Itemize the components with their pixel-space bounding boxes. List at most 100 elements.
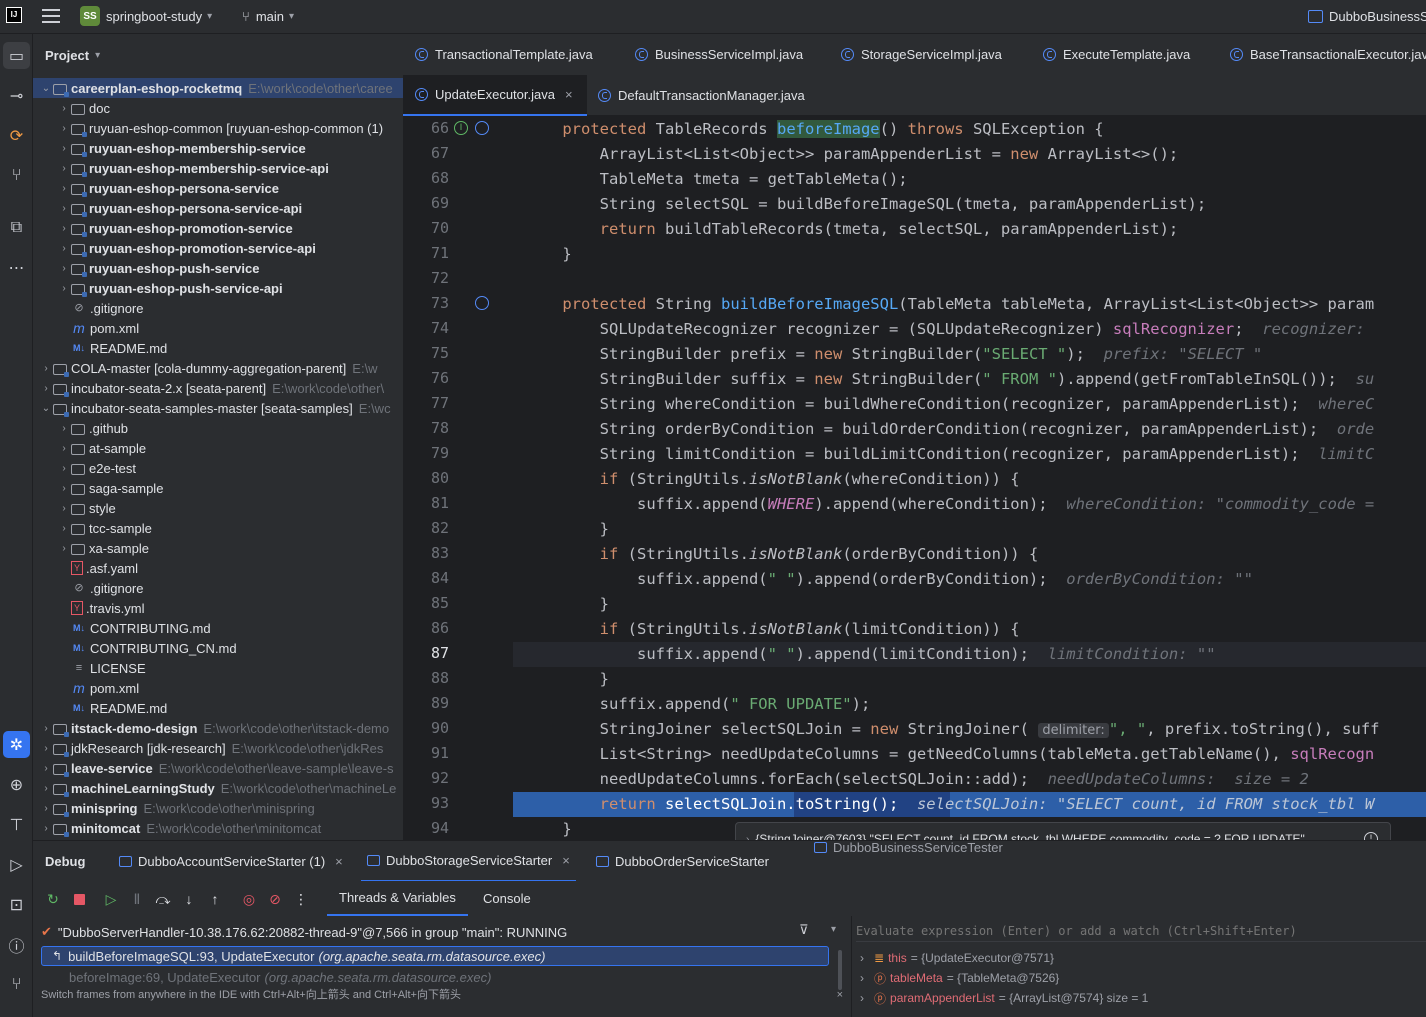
chevron-right-icon[interactable]: › bbox=[57, 443, 71, 454]
code-line[interactable]: TableMeta tmeta = getTableMeta(); bbox=[403, 167, 1426, 192]
step-into-icon[interactable]: ↓ bbox=[179, 889, 199, 909]
debug-bug-icon[interactable]: ✲ bbox=[3, 731, 30, 758]
chevron-right-icon[interactable]: › bbox=[57, 423, 71, 434]
tree-item[interactable]: › saga-sample bbox=[33, 478, 403, 498]
code-line[interactable]: return buildTableRecords(tmeta, selectSQ… bbox=[403, 217, 1426, 242]
variable-row[interactable]: › ⓟ paramAppenderList = {ArrayList@7574} si… bbox=[860, 988, 1148, 1008]
run-icon[interactable]: ▷ bbox=[3, 851, 30, 878]
chevron-right-icon[interactable]: › bbox=[57, 243, 71, 254]
variable-row[interactable]: › ≣ this = {UpdateExecutor@7571} bbox=[860, 948, 1054, 968]
code-line[interactable]: if (StringUtils.isNotBlank(whereConditio… bbox=[403, 467, 1426, 492]
chevron-right-icon[interactable]: › bbox=[860, 951, 864, 965]
tree-item[interactable]: ⊘ .gitignore bbox=[33, 578, 403, 598]
chevron-right-icon[interactable]: › bbox=[57, 523, 71, 534]
tab-threads-variables[interactable]: Threads & Variables bbox=[327, 881, 468, 916]
chevron-right-icon[interactable]: › bbox=[39, 743, 53, 754]
chevron-right-icon[interactable]: › bbox=[39, 823, 53, 834]
run-config-selector[interactable]: DubboBusinessS bbox=[1308, 5, 1426, 27]
code-line[interactable]: StringBuilder suffix = new StringBuilder… bbox=[403, 367, 1426, 392]
tree-item[interactable]: › ruyuan-eshop-persona-service bbox=[33, 178, 403, 198]
tree-item[interactable]: › ruyuan-eshop-persona-service-api bbox=[33, 198, 403, 218]
code-line[interactable]: suffix.append(" ").append(limitCondition… bbox=[403, 642, 1426, 667]
chevron-right-icon[interactable]: › bbox=[39, 383, 53, 394]
debug-session-tab[interactable]: DubboStorageServiceStarter × bbox=[361, 841, 576, 882]
chevron-right-icon[interactable]: › bbox=[39, 723, 53, 734]
main-menu-icon[interactable] bbox=[42, 7, 60, 23]
tree-item[interactable]: › ruyuan-eshop-push-service bbox=[33, 258, 403, 278]
chevron-right-icon[interactable]: › bbox=[39, 783, 53, 794]
code-line[interactable]: if (StringUtils.isNotBlank(orderByCondit… bbox=[403, 542, 1426, 567]
build-icon[interactable]: ⊤ bbox=[3, 811, 30, 838]
tab-console[interactable]: Console bbox=[473, 881, 541, 916]
code-line[interactable]: suffix.append(" FOR UPDATE"); bbox=[403, 692, 1426, 717]
structure-icon[interactable]: ⧉ bbox=[3, 214, 30, 241]
tree-item[interactable]: ≡ LICENSE bbox=[33, 658, 403, 678]
problems-icon[interactable]: ⓘ bbox=[3, 931, 30, 958]
editor-tab[interactable]: ExecuteTemplate.java bbox=[1031, 34, 1190, 75]
code-line[interactable]: ArrayList<List<Object>> paramAppenderLis… bbox=[403, 142, 1426, 167]
tree-item[interactable]: › jdkResearch [jdk-research] E:\work\code\… bbox=[33, 738, 403, 758]
close-icon[interactable]: × bbox=[562, 853, 570, 868]
git-icon[interactable]: ⑂ bbox=[3, 971, 30, 998]
tree-item[interactable]: › .github bbox=[33, 418, 403, 438]
tree-item[interactable]: › minitomcat E:\work\code\other\minitomcat bbox=[33, 818, 403, 838]
tree-item[interactable]: › at-sample bbox=[33, 438, 403, 458]
code-line[interactable]: String limitCondition = buildLimitCondit… bbox=[403, 442, 1426, 467]
tree-item[interactable]: › ruyuan-eshop-promotion-service-api bbox=[33, 238, 403, 258]
project-selector[interactable]: SS springboot-study ▾ bbox=[80, 5, 212, 27]
close-icon[interactable]: × bbox=[565, 87, 573, 102]
more-icon[interactable]: ⋯ bbox=[3, 254, 30, 281]
tree-item[interactable]: ⊘ .gitignore bbox=[33, 298, 403, 318]
chevron-right-icon[interactable]: › bbox=[57, 163, 71, 174]
tree-item[interactable]: › leave-service E:\work\code\other\leave-s… bbox=[33, 758, 403, 778]
chevron-right-icon[interactable]: › bbox=[57, 463, 71, 474]
project-folder-icon[interactable]: ▭ bbox=[3, 42, 30, 69]
chevron-down-icon[interactable]: ⌄ bbox=[39, 403, 53, 414]
tree-item[interactable]: ⌄ careerplan-eshop-rocketmq E:\work\code\o… bbox=[33, 78, 403, 98]
frame-scrollbar[interactable] bbox=[838, 950, 842, 990]
chevron-right-icon[interactable]: › bbox=[860, 991, 864, 1005]
tree-item[interactable]: ⌄ incubator-seata-samples-master [seata-s… bbox=[33, 398, 403, 418]
code-line[interactable]: suffix.append(WHERE).append(whereConditi… bbox=[403, 492, 1426, 517]
tree-item[interactable]: M↓ README.md bbox=[33, 338, 403, 358]
chevron-right-icon[interactable]: › bbox=[57, 203, 71, 214]
tree-item[interactable]: › ruyuan-eshop-membership-service-api bbox=[33, 158, 403, 178]
debug-run-icon[interactable]: ⟳ bbox=[3, 122, 30, 149]
code-line[interactable]: String selectSQL = buildBeforeImageSQL(t… bbox=[403, 192, 1426, 217]
debug-session-tab[interactable]: DubboOrderServiceStarter bbox=[590, 841, 775, 882]
step-out-icon[interactable]: ↑ bbox=[205, 889, 225, 909]
chevron-right-icon[interactable]: › bbox=[57, 123, 71, 134]
tree-item[interactable]: › machineLearningStudy E:\work\code\other\… bbox=[33, 778, 403, 798]
mute-breakpoints-icon[interactable]: ⊘ bbox=[265, 889, 285, 909]
services-icon[interactable]: ⊕ bbox=[3, 771, 30, 798]
tree-item[interactable]: › xa-sample bbox=[33, 538, 403, 558]
editor-tab[interactable]: TransactionalTemplate.java bbox=[403, 34, 593, 75]
chevron-right-icon[interactable]: › bbox=[39, 803, 53, 814]
tree-item[interactable]: M↓ CONTRIBUTING_CN.md bbox=[33, 638, 403, 658]
filter-icon[interactable]: ⊽ bbox=[799, 922, 809, 938]
editor-tab[interactable]: BusinessServiceImpl.java bbox=[623, 34, 803, 75]
debug-session-tab[interactable]: DubboBusinessServiceTester bbox=[808, 827, 1009, 868]
tree-item[interactable]: › e2e-test bbox=[33, 458, 403, 478]
code-line[interactable]: List<String> needUpdateColumns = getNeed… bbox=[403, 742, 1426, 767]
tree-item[interactable]: › tcc-sample bbox=[33, 518, 403, 538]
code-line[interactable] bbox=[403, 267, 1426, 292]
frame-row[interactable]: beforeImage:69, UpdateExecutor (org.apac… bbox=[69, 968, 829, 986]
code-line[interactable]: SQLUpdateRecognizer recognizer = (SQLUpd… bbox=[403, 317, 1426, 342]
evaluate-expression-input[interactable] bbox=[856, 920, 1426, 942]
chevron-right-icon[interactable]: › bbox=[57, 263, 71, 274]
tree-item[interactable]: › COLA-master [cola-dummy-aggregation-par… bbox=[33, 358, 403, 378]
editor-tab[interactable]: BaseTransactionalExecutor.jav bbox=[1218, 34, 1426, 75]
ide-logo-icon[interactable]: IJ bbox=[6, 7, 22, 23]
tree-item[interactable]: › ruyuan-eshop-membership-service bbox=[33, 138, 403, 158]
editor-tab[interactable]: UpdateExecutor.java × bbox=[403, 75, 587, 116]
project-panel-header[interactable]: Project ▾ bbox=[45, 48, 100, 63]
frame-row-selected[interactable]: ↰ buildBeforeImageSQL:93, UpdateExecutor… bbox=[41, 946, 829, 966]
code-line[interactable]: String orderByCondition = buildOrderCond… bbox=[403, 417, 1426, 442]
rerun-icon[interactable]: ↻ bbox=[43, 889, 63, 909]
pause-icon[interactable]: Ⅱ bbox=[127, 889, 147, 909]
chevron-right-icon[interactable]: › bbox=[39, 363, 53, 374]
tree-item[interactable]: m pom.xml bbox=[33, 678, 403, 698]
code-line[interactable]: } bbox=[403, 242, 1426, 267]
code-line[interactable]: StringJoiner selectSQLJoin = new StringJ… bbox=[403, 717, 1426, 742]
